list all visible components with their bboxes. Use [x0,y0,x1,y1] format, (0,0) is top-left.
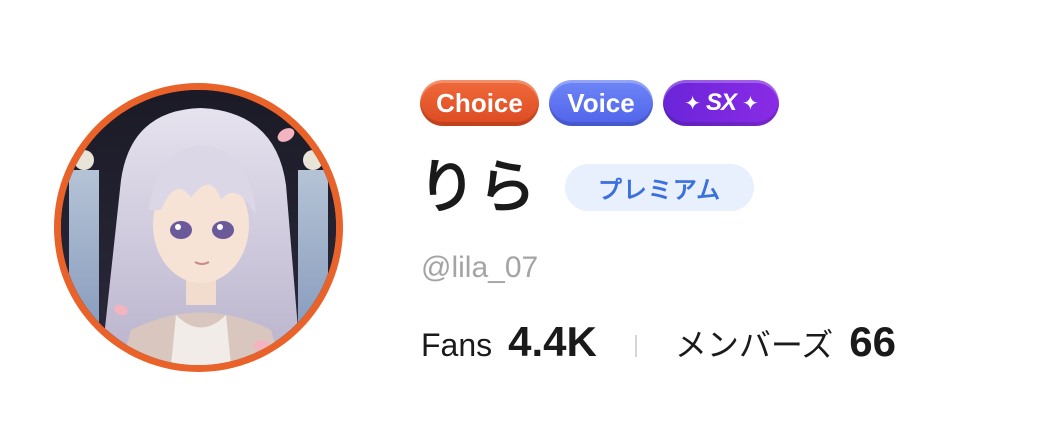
profile-header: Choice Voice ✦ SX ✦ りら プレミアム @lila_07 Fa… [0,0,1047,429]
sx-badge[interactable]: ✦ SX ✦ [663,80,779,126]
voice-badge-label: Voice [567,87,635,118]
avatar[interactable] [54,83,343,372]
user-handle: @lila_07 [421,251,539,284]
premium-badge-label: プレミアム [597,177,722,204]
choice-badge-label: Choice [436,87,523,118]
sx-badge-label: SX [705,89,737,116]
badge-row: Choice Voice ✦ SX ✦ [420,80,779,126]
fans-label: Fans [421,327,493,363]
members-label: メンバーズ [674,327,834,363]
stats-row: Fans 4.4K メンバーズ 66 [421,318,896,374]
stats-divider [634,335,637,357]
display-name: りら [418,155,539,220]
fans-count[interactable]: 4.4K [508,318,597,366]
sparkle-icon: ✦ [742,92,759,115]
premium-badge[interactable]: プレミアム [565,164,754,211]
avatar-image [61,90,336,365]
voice-badge[interactable]: Voice [549,80,653,126]
choice-badge[interactable]: Choice [420,80,539,126]
sparkle-icon: ✦ [684,92,701,115]
members-count[interactable]: 66 [849,318,896,366]
